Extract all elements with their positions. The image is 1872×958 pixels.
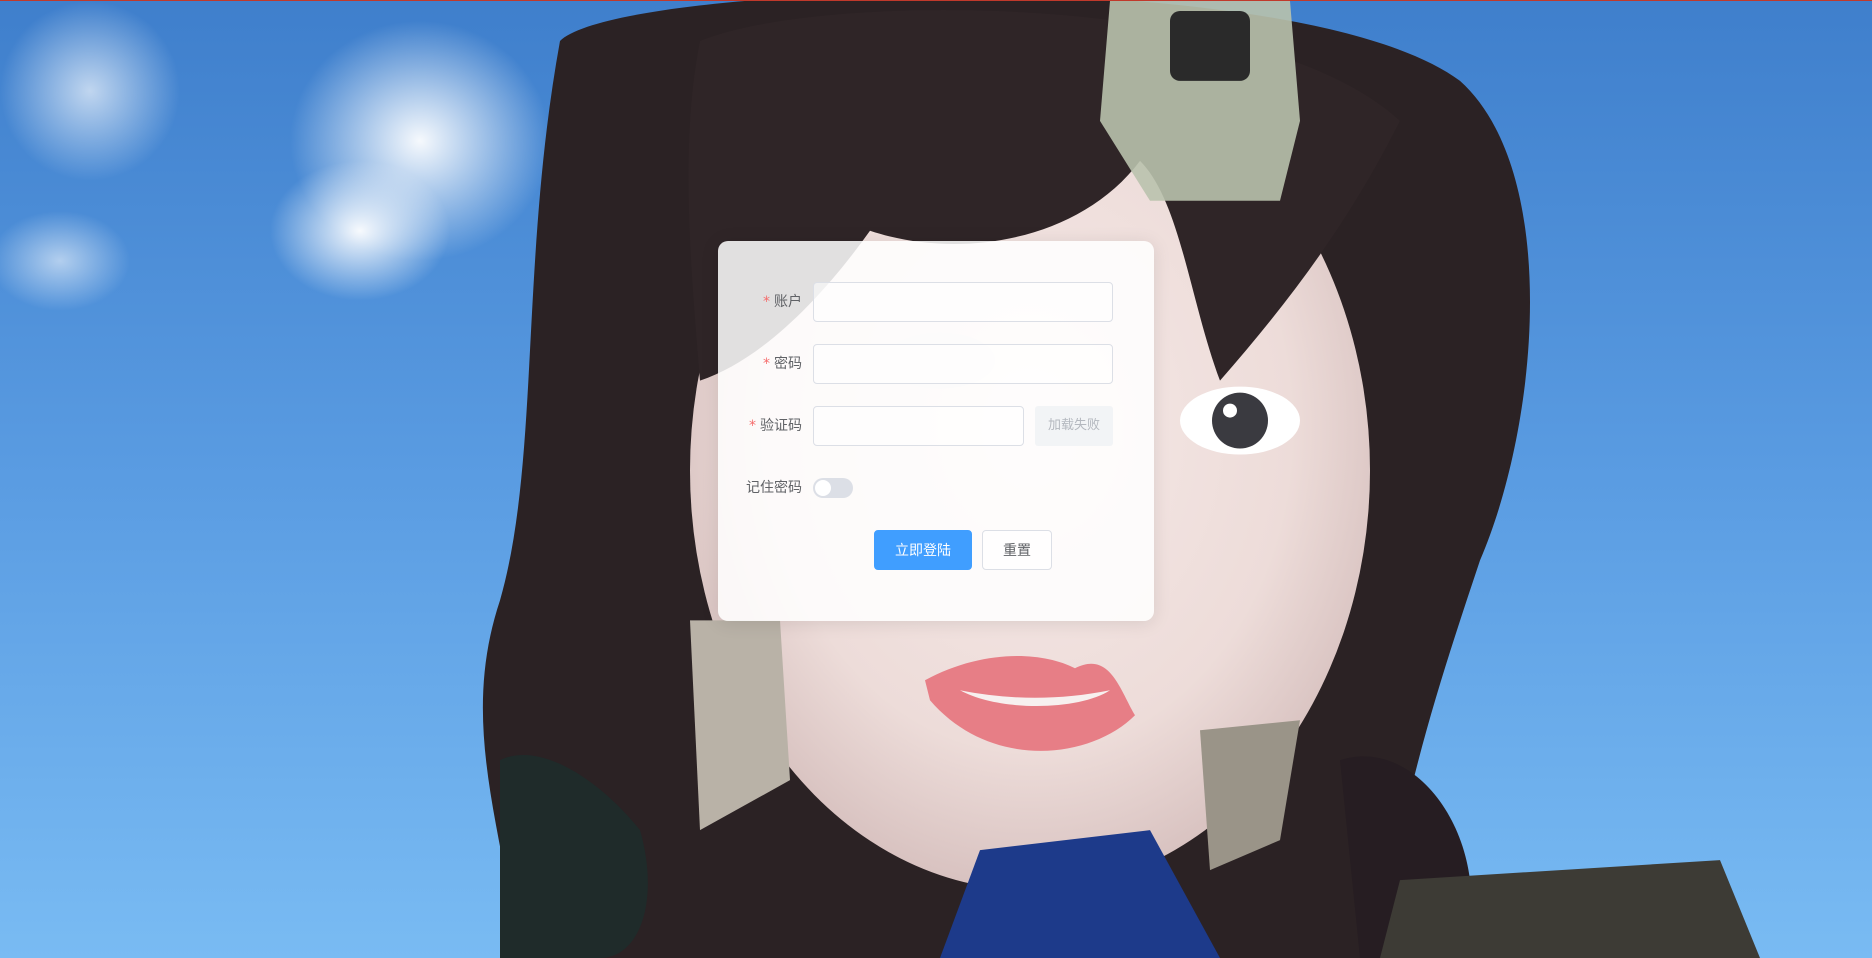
required-mark: * <box>763 294 770 310</box>
remember-label: 记住密码 <box>746 480 802 496</box>
account-row: * 账户 <box>718 282 1154 322</box>
actions-row: 立即登陆 重置 <box>718 530 1154 570</box>
login-button[interactable]: 立即登陆 <box>874 530 972 570</box>
login-page: * 账户 * 密码 * 验证码 加载失败 记住密码 立即登陆 重置 <box>0 0 1872 958</box>
remember-row: 记住密码 <box>718 468 1154 508</box>
account-label: * 账户 <box>763 282 802 322</box>
captcha-label-text: 验证码 <box>760 418 802 434</box>
captcha-input[interactable] <box>813 406 1024 446</box>
reset-button[interactable]: 重置 <box>982 530 1052 570</box>
password-input[interactable] <box>813 344 1113 384</box>
account-label-text: 账户 <box>774 294 802 310</box>
account-input[interactable] <box>813 282 1113 322</box>
password-label: * 密码 <box>763 344 802 384</box>
captcha-label: * 验证码 <box>749 406 802 446</box>
password-row: * 密码 <box>718 344 1154 384</box>
required-mark: * <box>763 356 770 372</box>
login-form: * 账户 * 密码 * 验证码 加载失败 记住密码 立即登陆 重置 <box>718 241 1154 621</box>
remember-password-toggle[interactable] <box>813 478 853 498</box>
captcha-image[interactable]: 加载失败 <box>1035 406 1113 446</box>
password-label-text: 密码 <box>774 356 802 372</box>
toggle-knob <box>815 480 831 496</box>
captcha-row: * 验证码 加载失败 <box>718 406 1154 446</box>
required-mark: * <box>749 418 756 434</box>
